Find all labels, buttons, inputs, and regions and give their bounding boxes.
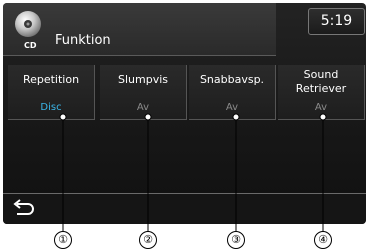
callout-1: ①	[54, 231, 72, 249]
callout-3: ③	[227, 231, 245, 249]
clock: 5:19	[308, 8, 365, 35]
tile-value: Av	[136, 102, 150, 113]
screen: CD Funktion 5:19 Repetition Disc Slumpvi…	[3, 3, 366, 224]
tile-snabbavsp[interactable]: Snabbavsp. Av	[189, 65, 276, 120]
tile-value: Disc	[40, 102, 62, 113]
footer	[3, 193, 366, 224]
tile-repetition[interactable]: Repetition Disc	[8, 65, 95, 120]
tile-label: Slumpvis	[117, 73, 168, 86]
source-label: CD	[24, 41, 37, 50]
tile-label: Repetition	[22, 73, 80, 86]
back-arrow-icon[interactable]	[11, 198, 35, 220]
header: CD Funktion 5:19	[3, 3, 366, 56]
tile-slumpvis[interactable]: Slumpvis Av	[100, 65, 187, 120]
tile-value: Av	[225, 102, 239, 113]
page-title: Funktion	[55, 33, 111, 48]
tile-value: Av	[314, 102, 328, 113]
tile-label: Sound Retriever	[295, 68, 347, 95]
cd-disc-icon	[15, 11, 41, 37]
title-bar: CD Funktion	[3, 3, 276, 56]
tile-label: Snabbavsp.	[199, 73, 265, 86]
callout-4: ④	[314, 231, 332, 249]
callout-2: ②	[139, 231, 157, 249]
tile-sound-retriever[interactable]: Sound Retriever Av	[278, 65, 365, 120]
